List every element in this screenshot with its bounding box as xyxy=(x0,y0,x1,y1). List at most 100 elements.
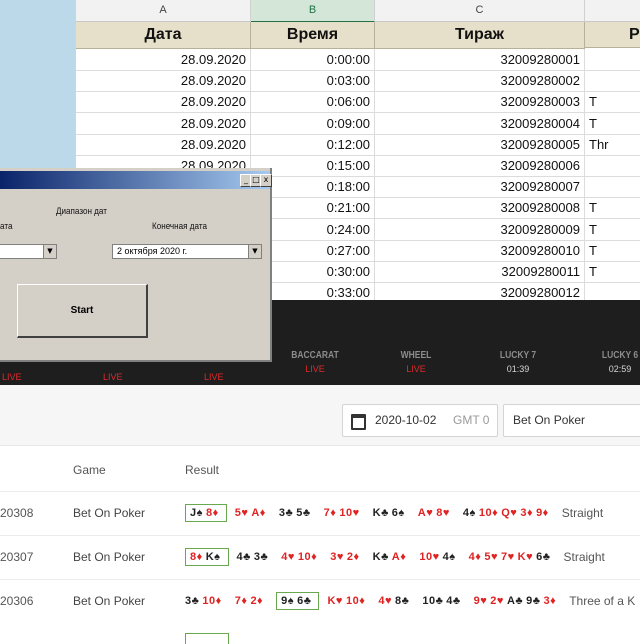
playing-card: 3♦ xyxy=(543,595,556,607)
playing-card: 3♣ xyxy=(279,507,293,519)
game-name: Bet On Poker xyxy=(73,506,145,520)
header-cell-draw[interactable]: Тираж xyxy=(375,22,585,49)
playing-card: 9♠ xyxy=(281,595,294,607)
result-cards: 3♣10♦7♦2♦9♠6♣K♥10♦4♥8♣10♣4♣9♥2♥A♣9♣3♦Thr… xyxy=(185,589,635,613)
game-tab-label: LUCKY 6 xyxy=(578,350,640,361)
column-letter-b[interactable]: B xyxy=(251,0,375,23)
card-group: 4♣3♣ xyxy=(237,551,272,563)
playing-card: 2♦ xyxy=(347,551,360,563)
cell-time[interactable]: 0:00:00 xyxy=(251,49,375,70)
column-letter-a[interactable]: A xyxy=(76,0,251,22)
cell-result[interactable]: T xyxy=(585,91,640,112)
column-header-game: Game xyxy=(73,463,106,477)
playing-card: 7♦ xyxy=(324,507,337,519)
cell-date[interactable]: 28.09.2020 xyxy=(76,70,251,91)
cell-draw[interactable]: 32009280007 xyxy=(375,176,585,197)
result-cards: 8♦K♠4♣3♣4♥10♦3♥2♦K♣A♦10♥4♠4♦5♥7♥K♥6♣Stra… xyxy=(185,545,605,569)
cell-draw[interactable]: 32009280005 xyxy=(375,134,585,155)
game-tab-wheel[interactable]: WHEEL LIVE xyxy=(366,350,466,374)
cell-result[interactable]: T xyxy=(585,240,640,261)
cell-draw[interactable]: 32009280002 xyxy=(375,70,585,91)
game-tab-lucky-6[interactable]: LUCKY 6 02:59 xyxy=(570,350,640,374)
cell-draw[interactable]: 32009280006 xyxy=(375,155,585,176)
playing-card: K♥ xyxy=(327,595,342,607)
cell-time[interactable]: 0:12:00 xyxy=(251,134,375,155)
game-tab-lucky-7[interactable]: LUCKY 7 01:39 xyxy=(468,350,568,374)
date-range-label: Диапазон дат xyxy=(56,206,107,216)
playing-card: A♦ xyxy=(251,507,266,519)
date-picker[interactable]: 2020-10-02 GMT 0 xyxy=(342,404,498,437)
cell-draw[interactable]: 32009280003 xyxy=(375,91,585,112)
playing-card: 8♥ xyxy=(436,507,450,519)
calendar-icon xyxy=(351,414,366,430)
playing-card: Q♥ xyxy=(501,507,517,519)
cell-result[interactable]: T xyxy=(585,113,640,134)
cell-result[interactable]: T xyxy=(585,261,640,282)
chevron-down-icon[interactable]: ▼ xyxy=(248,245,261,258)
cell-date[interactable]: 28.09.2020 xyxy=(76,91,251,112)
card-group: A♥8♥ xyxy=(418,507,453,519)
cell-date[interactable]: 28.09.2020 xyxy=(76,49,251,70)
cell-result[interactable]: T xyxy=(585,197,640,218)
cell-result[interactable] xyxy=(585,282,640,300)
chevron-down-icon[interactable]: ▼ xyxy=(43,245,56,258)
cell-draw[interactable]: 32009280001 xyxy=(375,49,585,70)
cell-draw[interactable]: 32009280012 xyxy=(375,282,585,300)
game-name: Bet On Poker xyxy=(73,594,145,608)
cell-draw[interactable]: 32009280004 xyxy=(375,113,585,134)
result-row: 20308Bet On PokerJ♠8♦5♥A♦3♣5♣7♦10♥K♣6♠A♥… xyxy=(0,491,640,536)
cell-result[interactable] xyxy=(585,49,640,70)
cell-time[interactable]: 0:06:00 xyxy=(251,91,375,112)
hand-combination: Straight xyxy=(562,506,603,520)
cell-result[interactable] xyxy=(585,70,640,91)
cell-time[interactable]: 0:09:00 xyxy=(251,113,375,134)
playing-card: 4♣ xyxy=(446,595,460,607)
game-select[interactable]: Bet On Poker xyxy=(503,404,640,437)
playing-card: J♠ xyxy=(190,507,203,519)
start-date-picker[interactable]: ▼ xyxy=(0,244,57,259)
cell-result[interactable] xyxy=(585,176,640,197)
card-group: 9♥2♥A♣9♣3♦ xyxy=(474,595,560,607)
cell-date[interactable]: 28.09.2020 xyxy=(76,113,251,134)
cell-time[interactable]: 0:03:00 xyxy=(251,70,375,91)
card-group: 7♦10♥ xyxy=(324,507,363,519)
result-row: 20306Bet On Poker3♣10♦7♦2♦9♠6♣K♥10♦4♥8♣1… xyxy=(0,579,640,624)
playing-card: 2♥ xyxy=(490,595,504,607)
start-button[interactable]: Start xyxy=(17,284,148,338)
cell-date[interactable]: 28.09.2020 xyxy=(76,134,251,155)
timezone-label: GMT 0 xyxy=(453,413,489,427)
header-cell-time[interactable]: Время xyxy=(251,22,375,49)
playing-card: K♣ xyxy=(373,551,389,563)
cell-result[interactable] xyxy=(585,155,640,176)
sheet-row: 28.09.20200:09:0032009280004T xyxy=(76,113,640,135)
header-cell-date[interactable]: Дата xyxy=(76,22,251,49)
column-letter-d[interactable] xyxy=(585,0,640,22)
playing-card: 4♣ xyxy=(237,551,251,563)
column-header-result: Result xyxy=(185,463,219,477)
playing-card: 5♥ xyxy=(235,507,249,519)
cell-draw[interactable]: 32009280010 xyxy=(375,240,585,261)
close-button[interactable]: x xyxy=(260,174,272,187)
cell-result[interactable]: Thr xyxy=(585,134,640,155)
playing-card: 6♣ xyxy=(536,551,550,563)
cell-result[interactable]: T xyxy=(585,219,640,240)
card-group: 5♥A♦ xyxy=(235,507,269,519)
cell-draw[interactable]: 32009280008 xyxy=(375,197,585,218)
round-id: 20308 xyxy=(0,506,33,520)
dialog-titlebar[interactable]: _ □ x xyxy=(0,171,270,189)
cell-draw[interactable]: 32009280011 xyxy=(375,261,585,282)
round-id: 20306 xyxy=(0,594,33,608)
playing-card: 9♥ xyxy=(474,595,488,607)
column-letter-c[interactable]: C xyxy=(375,0,585,22)
header-cell-result[interactable]: Р xyxy=(585,22,640,48)
playing-card: 7♥ xyxy=(501,551,515,563)
result-cards: J♠8♦5♥A♦3♣5♣7♦10♥K♣6♠A♥8♥4♠10♦Q♥3♦9♦Stra… xyxy=(185,501,603,525)
playing-card: 10♦ xyxy=(298,551,317,563)
card-group: K♥10♦ xyxy=(327,595,368,607)
playing-card: K♥ xyxy=(518,551,533,563)
playing-card: 6♠ xyxy=(392,507,405,519)
game-tab-baccarat[interactable]: BACCARAT LIVE xyxy=(265,350,365,374)
cell-draw[interactable]: 32009280009 xyxy=(375,219,585,240)
playing-card: 9♣ xyxy=(526,595,540,607)
end-date-picker[interactable]: 2 октября 2020 г. ▼ xyxy=(112,244,262,259)
